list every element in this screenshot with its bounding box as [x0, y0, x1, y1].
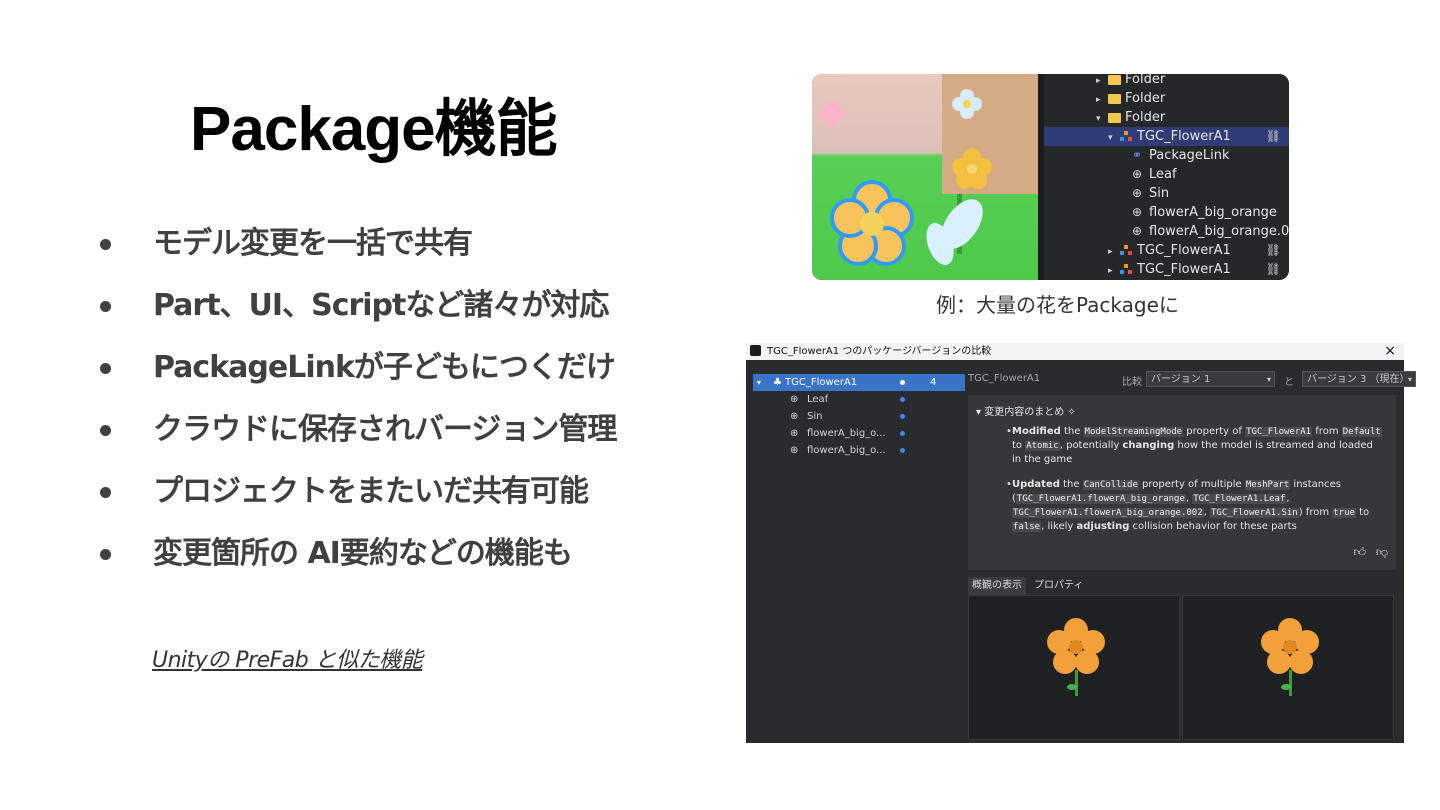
tree-row-part[interactable]: ⊕ Leaf — [1130, 165, 1177, 184]
tree-row-packagelink[interactable]: ⚭ PackageLink — [1130, 146, 1230, 165]
bullet-item: モデル変更を一括で共有 — [100, 222, 616, 284]
selected-object-name: TGC_FlowerA1 — [968, 373, 1041, 384]
bullet-item: プロジェクトをまたいだ共有可能 — [100, 470, 616, 532]
globe-icon: ⊕ — [790, 445, 799, 456]
folder-icon — [1108, 93, 1121, 104]
diff-tree-item[interactable]: ⊕ Sin — [753, 408, 965, 425]
folder-icon — [1108, 112, 1121, 123]
tree-row-model[interactable]: ▸ TGC_FlowerA1 ⛓ — [1108, 260, 1289, 279]
thumbs-down-icon[interactable]: 👎︎ — [1376, 545, 1388, 559]
close-icon[interactable]: × — [1384, 343, 1396, 360]
model-icon — [1120, 264, 1132, 275]
bullet-item: Part、UI、Scriptなど諸々が対応 — [100, 284, 616, 346]
bullet-item: PackageLinkが子どもにつくだけ — [100, 346, 616, 408]
change-dot-icon — [900, 380, 905, 385]
sparkle-icon: ✧ — [1064, 407, 1076, 418]
caret-down-icon: ▾ — [976, 407, 985, 418]
explorer-screenshot: ▸ Folder ▸ Folder ▾ Folder ▾ TGC_FlowerA1 ⛓ … — [812, 74, 1289, 280]
globe-icon: ⊕ — [1131, 224, 1143, 238]
change-dot-icon — [900, 397, 905, 402]
version-to-select[interactable]: バージョン 3 （現在） ▾ — [1302, 371, 1416, 387]
bullet-dot-icon — [100, 301, 111, 312]
explorer-tree: ▸ Folder ▸ Folder ▾ Folder ▾ TGC_FlowerA1 ⛓ … — [1038, 74, 1289, 280]
chevron-down-icon: ▾ — [1266, 375, 1271, 384]
change-dot-icon — [900, 448, 905, 453]
feedback-buttons: 👍︎ 👎︎ — [1353, 545, 1388, 560]
bullet-dot-icon — [100, 549, 111, 560]
tree-row-folder[interactable]: ▸ Folder — [1096, 89, 1165, 108]
ai-summary-panel: ▾ 変更内容のまとめ ✧ • Modified the ModelStreami… — [968, 395, 1396, 570]
diff-tree-item-root[interactable]: ▾ ♣ TGC_FlowerA1 4 — [753, 374, 965, 391]
bullet-dot-icon — [100, 239, 111, 250]
change-count: 4 — [930, 377, 937, 388]
tab-overview[interactable]: 概観の表示 — [968, 577, 1026, 595]
bullet-list: モデル変更を一括で共有 Part、UI、Scriptなど諸々が対応 Packag… — [100, 222, 617, 594]
model-icon: ♣ — [773, 377, 782, 388]
change-dot-icon — [900, 414, 905, 419]
bullet-dot-icon: • — [1006, 426, 1012, 437]
tree-row-folder[interactable]: ▸ Folder — [1096, 74, 1165, 89]
preview-before — [968, 595, 1180, 740]
bullet-item: 変更箇所の AI要約などの機能も — [100, 532, 616, 594]
tree-row-part[interactable]: ⊕ flowerA_big_orange — [1130, 203, 1277, 222]
globe-icon: ⊕ — [790, 411, 799, 422]
unity-note-link[interactable]: Unityの PreFab と似た機能 — [152, 642, 423, 674]
folder-icon — [1108, 74, 1121, 85]
globe-icon: ⊕ — [1131, 167, 1143, 181]
flower-preview-icon — [1261, 618, 1319, 696]
bullet-dot-icon — [100, 425, 111, 436]
app-icon — [750, 345, 761, 356]
bullet-item: クラウドに保存されバージョン管理 — [100, 408, 617, 470]
bullet-dot-icon — [100, 487, 111, 498]
package-link-icon[interactable]: ⛓ — [1266, 241, 1281, 260]
diff-tree-item[interactable]: ⊕ flowerA_big_o... — [753, 425, 965, 442]
summary-point: • Updated the CanCollide property of mul… — [1006, 479, 1370, 532]
caret-right-icon[interactable]: ▸ — [1108, 262, 1120, 280]
pane-divider — [1038, 74, 1044, 280]
link-icon: ⚭ — [1131, 148, 1143, 162]
package-diff-window: TGC_FlowerA1 つのパッケージバージョンの比較 × ▾ ♣ TGC_F… — [746, 343, 1416, 743]
bullet-dot-icon: • — [1006, 479, 1012, 490]
bullet-dot-icon — [100, 363, 111, 374]
caret-down-icon[interactable]: ▾ — [757, 374, 761, 391]
package-link-icon[interactable]: ⛓ — [1266, 260, 1281, 279]
tree-row-part[interactable]: ⊕ Sin — [1130, 184, 1169, 203]
to-label: と — [1284, 377, 1294, 388]
globe-icon: ⊕ — [790, 428, 799, 439]
game-scene-image — [812, 74, 1038, 280]
diff-tree-item[interactable]: ⊕ Leaf — [753, 391, 965, 408]
diff-tree: ▾ ♣ TGC_FlowerA1 4 ⊕ Leaf ⊕ Sin ⊕ flower… — [753, 372, 965, 743]
tree-row-folder[interactable]: ▾ Folder — [1096, 108, 1165, 127]
thumbs-up-icon[interactable]: 👍︎ — [1353, 545, 1366, 559]
window-title: TGC_FlowerA1 つのパッケージバージョンの比較 — [767, 346, 992, 357]
model-icon — [1120, 131, 1132, 142]
window-titlebar: TGC_FlowerA1 つのパッケージバージョンの比較 × — [746, 343, 1404, 360]
tree-row-model-selected[interactable]: ▾ TGC_FlowerA1 ⛓ — [1044, 127, 1289, 146]
tab-properties[interactable]: プロパティ — [1030, 577, 1087, 595]
globe-icon: ⊕ — [1131, 186, 1143, 200]
tree-row-part[interactable]: ⊕flowerA_big_orange.002 — [1130, 222, 1289, 241]
slide-title: Package機能 — [190, 95, 558, 164]
change-dot-icon — [900, 431, 905, 436]
summary-header[interactable]: ▾ 変更内容のまとめ ✧ — [976, 403, 1076, 418]
screenshot-caption: 例：大量の花をPackageに — [936, 293, 1179, 317]
diff-tree-item[interactable]: ⊕ flowerA_big_o... — [753, 442, 965, 459]
caret-down-icon[interactable]: ▾ — [1108, 129, 1120, 148]
version-from-select[interactable]: バージョン 1 ▾ — [1146, 371, 1275, 387]
compare-label: 比較 — [1122, 377, 1142, 388]
diff-detail-pane: TGC_FlowerA1 比較 バージョン 1 ▾ と バージョン 3 （現在） ▾… — [968, 370, 1416, 743]
preview-after — [1182, 595, 1394, 740]
chevron-down-icon: ▾ — [1407, 375, 1412, 384]
summary-point: • Modified the ModelStreamingMode proper… — [1006, 426, 1382, 465]
flower-scene-icon — [819, 89, 992, 266]
model-icon — [1120, 245, 1132, 256]
package-link-icon[interactable]: ⛓ — [1266, 127, 1281, 146]
flower-preview-icon — [1047, 618, 1105, 696]
globe-icon: ⊕ — [1131, 205, 1143, 219]
tree-row-model[interactable]: ▸ TGC_FlowerA1 ⛓ — [1108, 241, 1289, 260]
globe-icon: ⊕ — [790, 394, 799, 405]
